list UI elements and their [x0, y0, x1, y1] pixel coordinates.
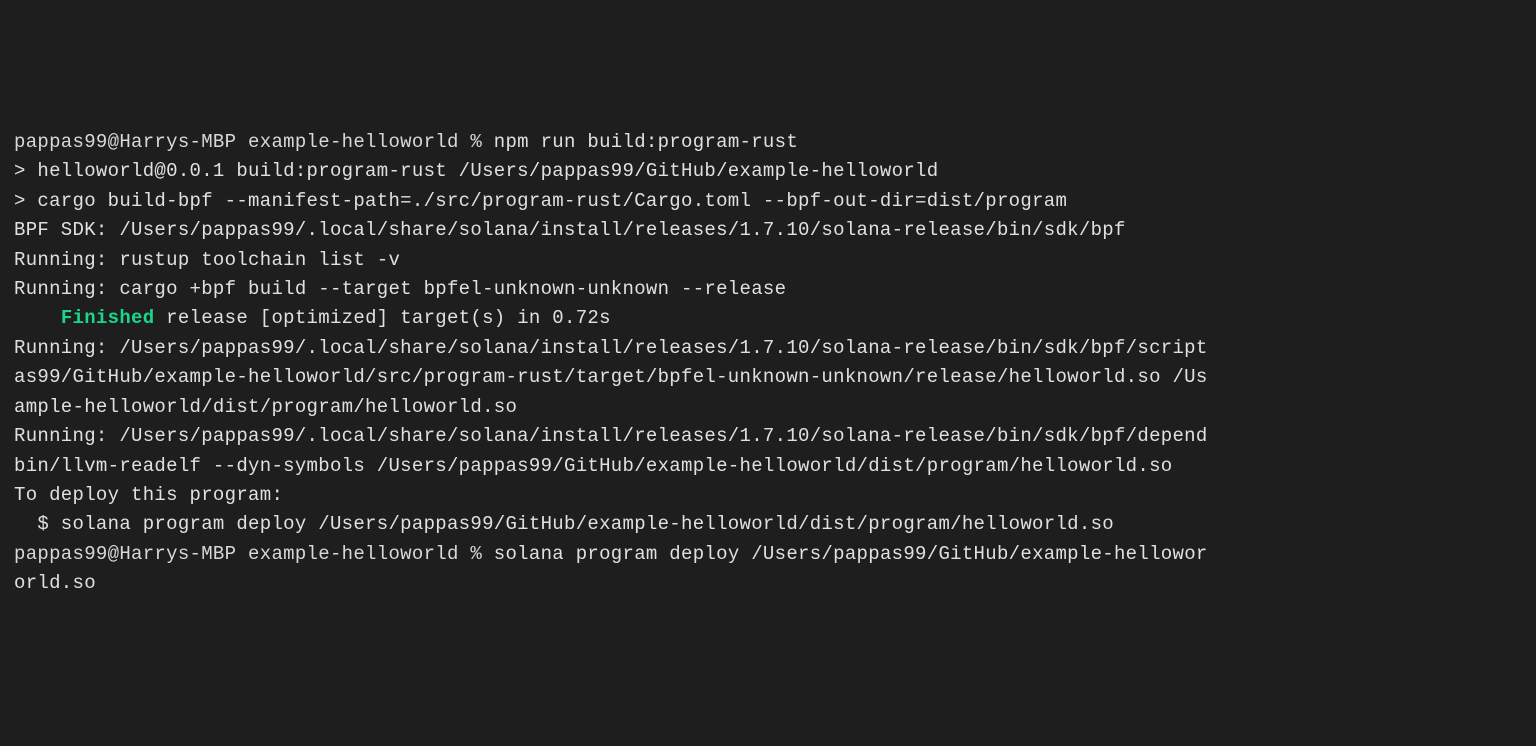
output-line: To deploy this program: [14, 481, 1522, 510]
output-line: BPF SDK: /Users/pappas99/.local/share/so… [14, 216, 1522, 245]
output-line: Running: cargo +bpf build --target bpfel… [14, 275, 1522, 304]
output-line: Running: /Users/pappas99/.local/share/so… [14, 334, 1522, 363]
output-line: orld.so [14, 569, 1522, 598]
shell-prompt: pappas99@Harrys-MBP example-helloworld % [14, 131, 494, 153]
finished-detail: release [optimized] target(s) in 0.72s [154, 307, 610, 329]
command-text: npm run build:program-rust [494, 131, 798, 153]
output-line: Running: rustup toolchain list -v [14, 246, 1522, 275]
finished-label: Finished [61, 307, 155, 329]
command-text: solana program deploy /Users/pappas99/Gi… [494, 543, 1208, 565]
output-line: as99/GitHub/example-helloworld/src/progr… [14, 363, 1522, 392]
indent [14, 304, 61, 333]
prompt-line-1: pappas99@Harrys-MBP example-helloworld %… [14, 128, 1522, 157]
output-line: $ solana program deploy /Users/pappas99/… [14, 510, 1522, 539]
shell-prompt: pappas99@Harrys-MBP example-helloworld % [14, 543, 494, 565]
output-line: > cargo build-bpf --manifest-path=./src/… [14, 187, 1522, 216]
finished-line: Finished release [optimized] target(s) i… [14, 304, 1522, 333]
terminal-output[interactable]: pappas99@Harrys-MBP example-helloworld %… [14, 128, 1522, 599]
prompt-line-2: pappas99@Harrys-MBP example-helloworld %… [14, 540, 1522, 569]
output-line: ample-helloworld/dist/program/helloworld… [14, 393, 1522, 422]
output-line: > helloworld@0.0.1 build:program-rust /U… [14, 157, 1522, 186]
output-line: Running: /Users/pappas99/.local/share/so… [14, 422, 1522, 451]
output-line: bin/llvm-readelf --dyn-symbols /Users/pa… [14, 452, 1522, 481]
